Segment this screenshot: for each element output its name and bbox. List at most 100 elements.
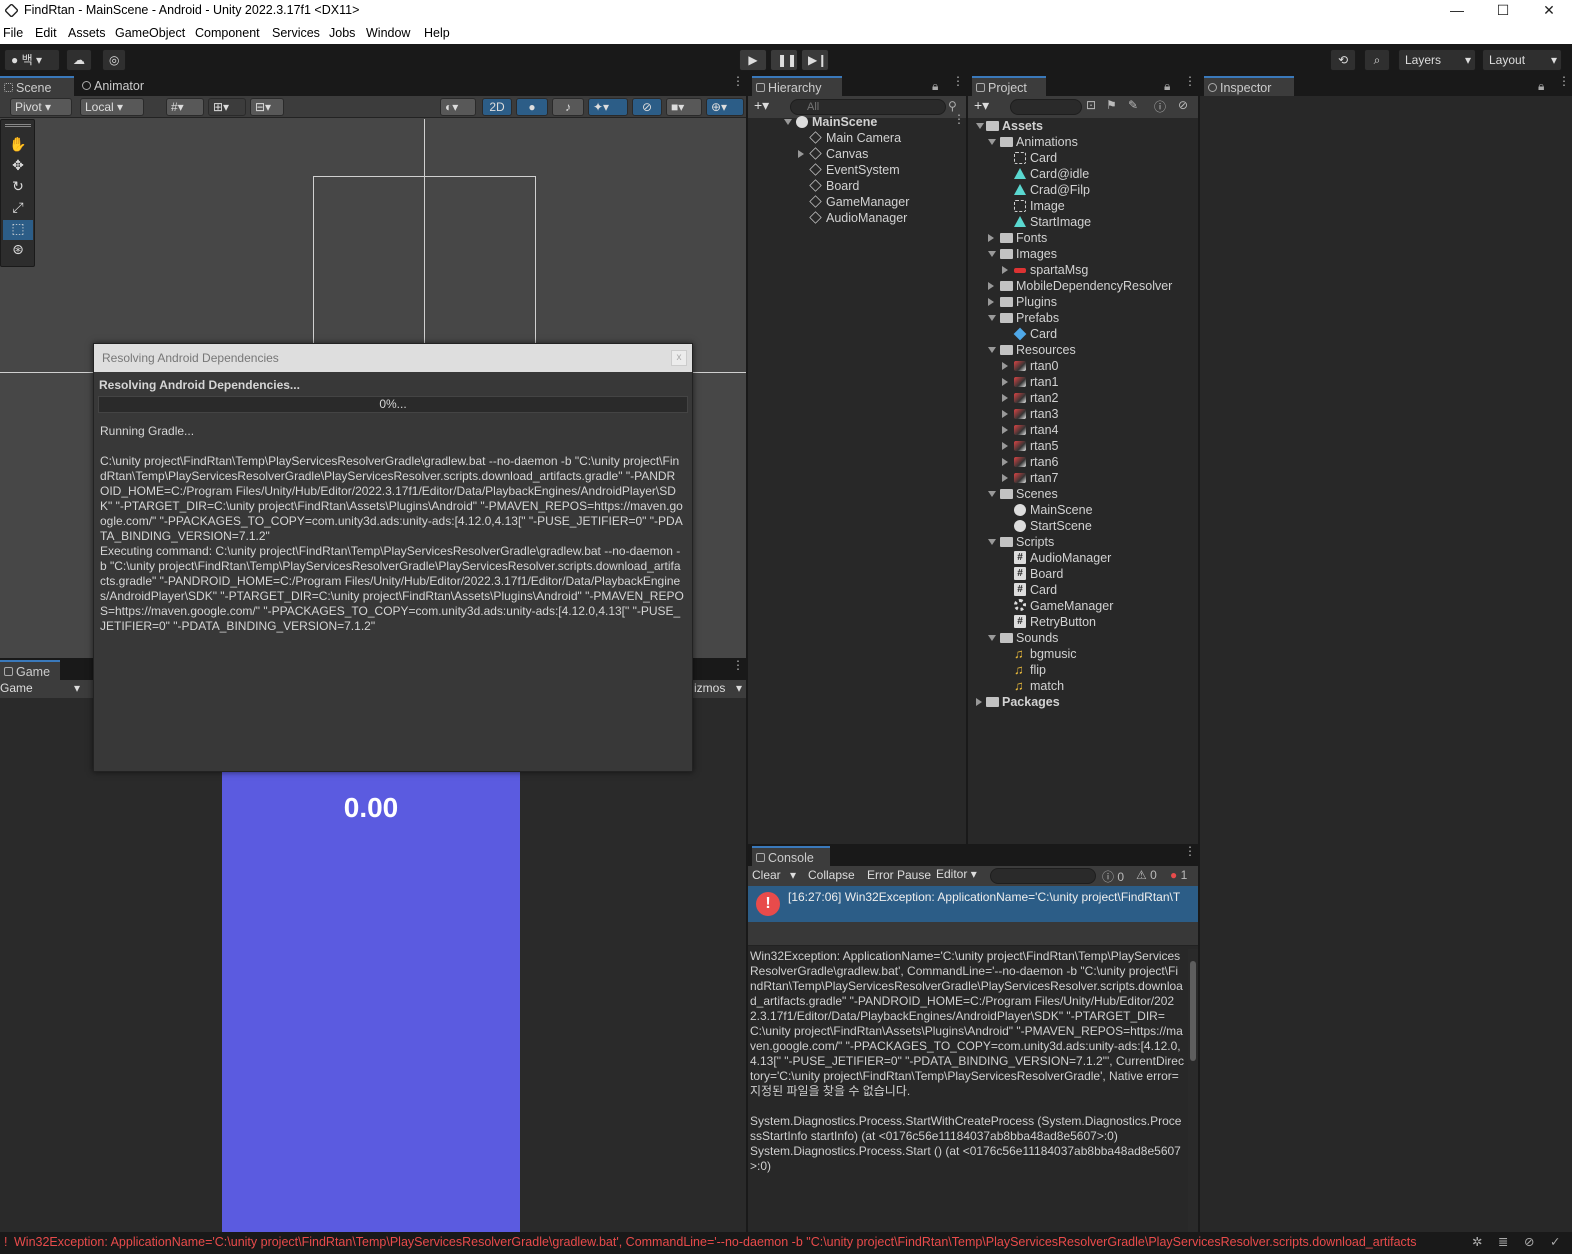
tab-project[interactable]: Project: [972, 76, 1046, 96]
tree-row[interactable]: EventSystem: [748, 162, 966, 178]
info-icon[interactable]: ⓘ: [1154, 98, 1166, 115]
expand-arrow-icon[interactable]: [798, 150, 804, 158]
effects-icon[interactable]: ✦▾: [588, 98, 628, 116]
cloud-icon[interactable]: ☁: [66, 49, 92, 71]
tab-game[interactable]: Game: [0, 660, 60, 680]
maximize-button[interactable]: ☐: [1480, 0, 1526, 22]
menu-window[interactable]: Window: [366, 26, 410, 40]
menu-jobs[interactable]: Jobs: [329, 26, 355, 40]
expand-arrow-icon[interactable]: [988, 139, 996, 145]
lock-icon[interactable]: 🔒︎: [1538, 79, 1544, 94]
increment-snap-icon[interactable]: ⊞▾: [208, 98, 246, 116]
expand-arrow-icon[interactable]: [1002, 426, 1008, 434]
tree-row[interactable]: GameManager: [748, 194, 966, 210]
expand-arrow-icon[interactable]: [988, 491, 996, 497]
menu-help[interactable]: Help: [424, 26, 450, 40]
warning-count-toggle[interactable]: ⚠ 0: [1136, 868, 1157, 882]
collapse-button[interactable]: Collapse: [808, 868, 855, 882]
lighting-icon[interactable]: ●: [516, 98, 548, 116]
menu-component[interactable]: Component: [195, 26, 260, 40]
menu-edit[interactable]: Edit: [35, 26, 57, 40]
expand-arrow-icon[interactable]: [988, 539, 996, 545]
expand-arrow-icon[interactable]: [1002, 458, 1008, 466]
search-options-icon[interactable]: ⚲: [948, 99, 957, 113]
cache-icon[interactable]: ≣: [1498, 1232, 1508, 1252]
lock-icon[interactable]: 🔒︎: [932, 79, 938, 94]
project-search-input[interactable]: [1010, 99, 1082, 115]
tag-icon[interactable]: ✎: [1128, 98, 1138, 112]
expand-arrow-icon[interactable]: [988, 635, 996, 641]
snap-settings-icon[interactable]: ⊟▾: [250, 98, 284, 116]
camera-icon[interactable]: ■▾: [666, 98, 702, 116]
expand-arrow-icon[interactable]: [1002, 474, 1008, 482]
scale-tool-icon[interactable]: ⤢: [3, 199, 33, 219]
error-pause-button[interactable]: Error Pause: [867, 868, 931, 882]
tab-inspector[interactable]: Inspector: [1204, 76, 1294, 96]
expand-arrow-icon[interactable]: [784, 119, 792, 125]
collab-icon[interactable]: ◎: [102, 49, 126, 71]
lock-icon[interactable]: 🔒︎: [1164, 79, 1170, 94]
more-icon[interactable]: ⋮: [1184, 75, 1196, 87]
editor-dropdown[interactable]: Editor ▾: [936, 867, 986, 881]
tab-console[interactable]: Console: [752, 846, 830, 866]
tab-hierarchy[interactable]: Hierarchy: [752, 76, 842, 96]
tree-row[interactable]: Canvas: [748, 146, 966, 162]
gizmos-icon[interactable]: ⊕▾: [706, 98, 744, 116]
tree-row-mainscene[interactable]: MainScene ⋮: [748, 113, 966, 130]
expand-arrow-icon[interactable]: [988, 251, 996, 257]
tree-row[interactable]: Board: [748, 178, 966, 194]
status-bar[interactable]: ! Win32Exception: ApplicationName='C:\un…: [0, 1232, 1572, 1254]
filter-label-icon[interactable]: ⚑: [1106, 98, 1117, 112]
tree-row[interactable]: Main Camera: [748, 130, 966, 146]
clear-button[interactable]: Clear: [752, 868, 781, 882]
more-icon[interactable]: ⋮: [953, 113, 965, 125]
menu-gameobject[interactable]: GameObject: [115, 26, 185, 40]
add-icon[interactable]: +▾: [754, 97, 769, 114]
expand-arrow-icon[interactable]: [988, 315, 996, 321]
move-tool-icon[interactable]: ✥: [3, 157, 33, 177]
check-icon[interactable]: ✓: [1550, 1232, 1560, 1252]
error-count-toggle[interactable]: ● 1: [1170, 868, 1187, 882]
expand-arrow-icon[interactable]: [988, 282, 994, 290]
clear-options-icon[interactable]: ▾: [790, 868, 796, 882]
console-scrollbar[interactable]: [1188, 949, 1198, 1232]
hidden-objects-icon[interactable]: ⊘: [632, 98, 662, 116]
more-icon[interactable]: ⋮: [732, 659, 744, 671]
hidden-icon[interactable]: ⊘: [1178, 98, 1188, 112]
rect-tool-icon[interactable]: ⬚: [3, 220, 33, 240]
grid-snap-icon[interactable]: #▾: [166, 98, 204, 116]
expand-arrow-icon[interactable]: [976, 123, 984, 129]
debug-icon[interactable]: ✲: [1472, 1232, 1482, 1252]
filter-type-icon[interactable]: ⊡: [1086, 98, 1096, 112]
add-icon[interactable]: +▾: [974, 97, 989, 114]
console-search-input[interactable]: [990, 868, 1096, 884]
more-icon[interactable]: ⋮: [732, 75, 744, 87]
more-icon[interactable]: ⋮: [1558, 75, 1570, 87]
expand-arrow-icon[interactable]: [988, 347, 996, 353]
layout-dropdown[interactable]: Layout ▾: [1482, 49, 1562, 71]
hand-tool-icon[interactable]: ✋: [3, 136, 33, 156]
expand-arrow-icon[interactable]: [1002, 410, 1008, 418]
progress-icon[interactable]: ⊘: [1524, 1232, 1534, 1252]
account-dropdown[interactable]: ● 백 ▾: [4, 49, 60, 71]
expand-arrow-icon[interactable]: [976, 698, 982, 706]
expand-arrow-icon[interactable]: [1002, 266, 1008, 274]
menu-services[interactable]: Services: [272, 26, 320, 40]
hierarchy-search-input[interactable]: [790, 99, 946, 115]
dialog-close-button[interactable]: x: [671, 350, 687, 366]
more-icon[interactable]: ⋮: [1184, 845, 1196, 857]
play-button[interactable]: ▶: [739, 49, 767, 71]
info-count-toggle[interactable]: ⓘ 0: [1102, 868, 1124, 885]
step-button[interactable]: ▶❙: [801, 49, 829, 71]
pivot-dropdown[interactable]: Pivot ▾: [10, 98, 72, 116]
display-dropdown[interactable]: Game ▾: [0, 681, 84, 695]
layers-dropdown[interactable]: Layers ▾: [1398, 49, 1476, 71]
tab-animator[interactable]: Animator: [78, 76, 162, 96]
audio-icon[interactable]: ♪: [552, 98, 584, 116]
gizmos-dropdown[interactable]: izmos ▾: [694, 681, 744, 695]
pause-button[interactable]: ❚❚: [770, 49, 798, 71]
expand-arrow-icon[interactable]: [988, 298, 994, 306]
shading-mode-icon[interactable]: ◐▾: [440, 98, 476, 116]
expand-arrow-icon[interactable]: [988, 234, 994, 242]
local-dropdown[interactable]: Local ▾: [80, 98, 144, 116]
